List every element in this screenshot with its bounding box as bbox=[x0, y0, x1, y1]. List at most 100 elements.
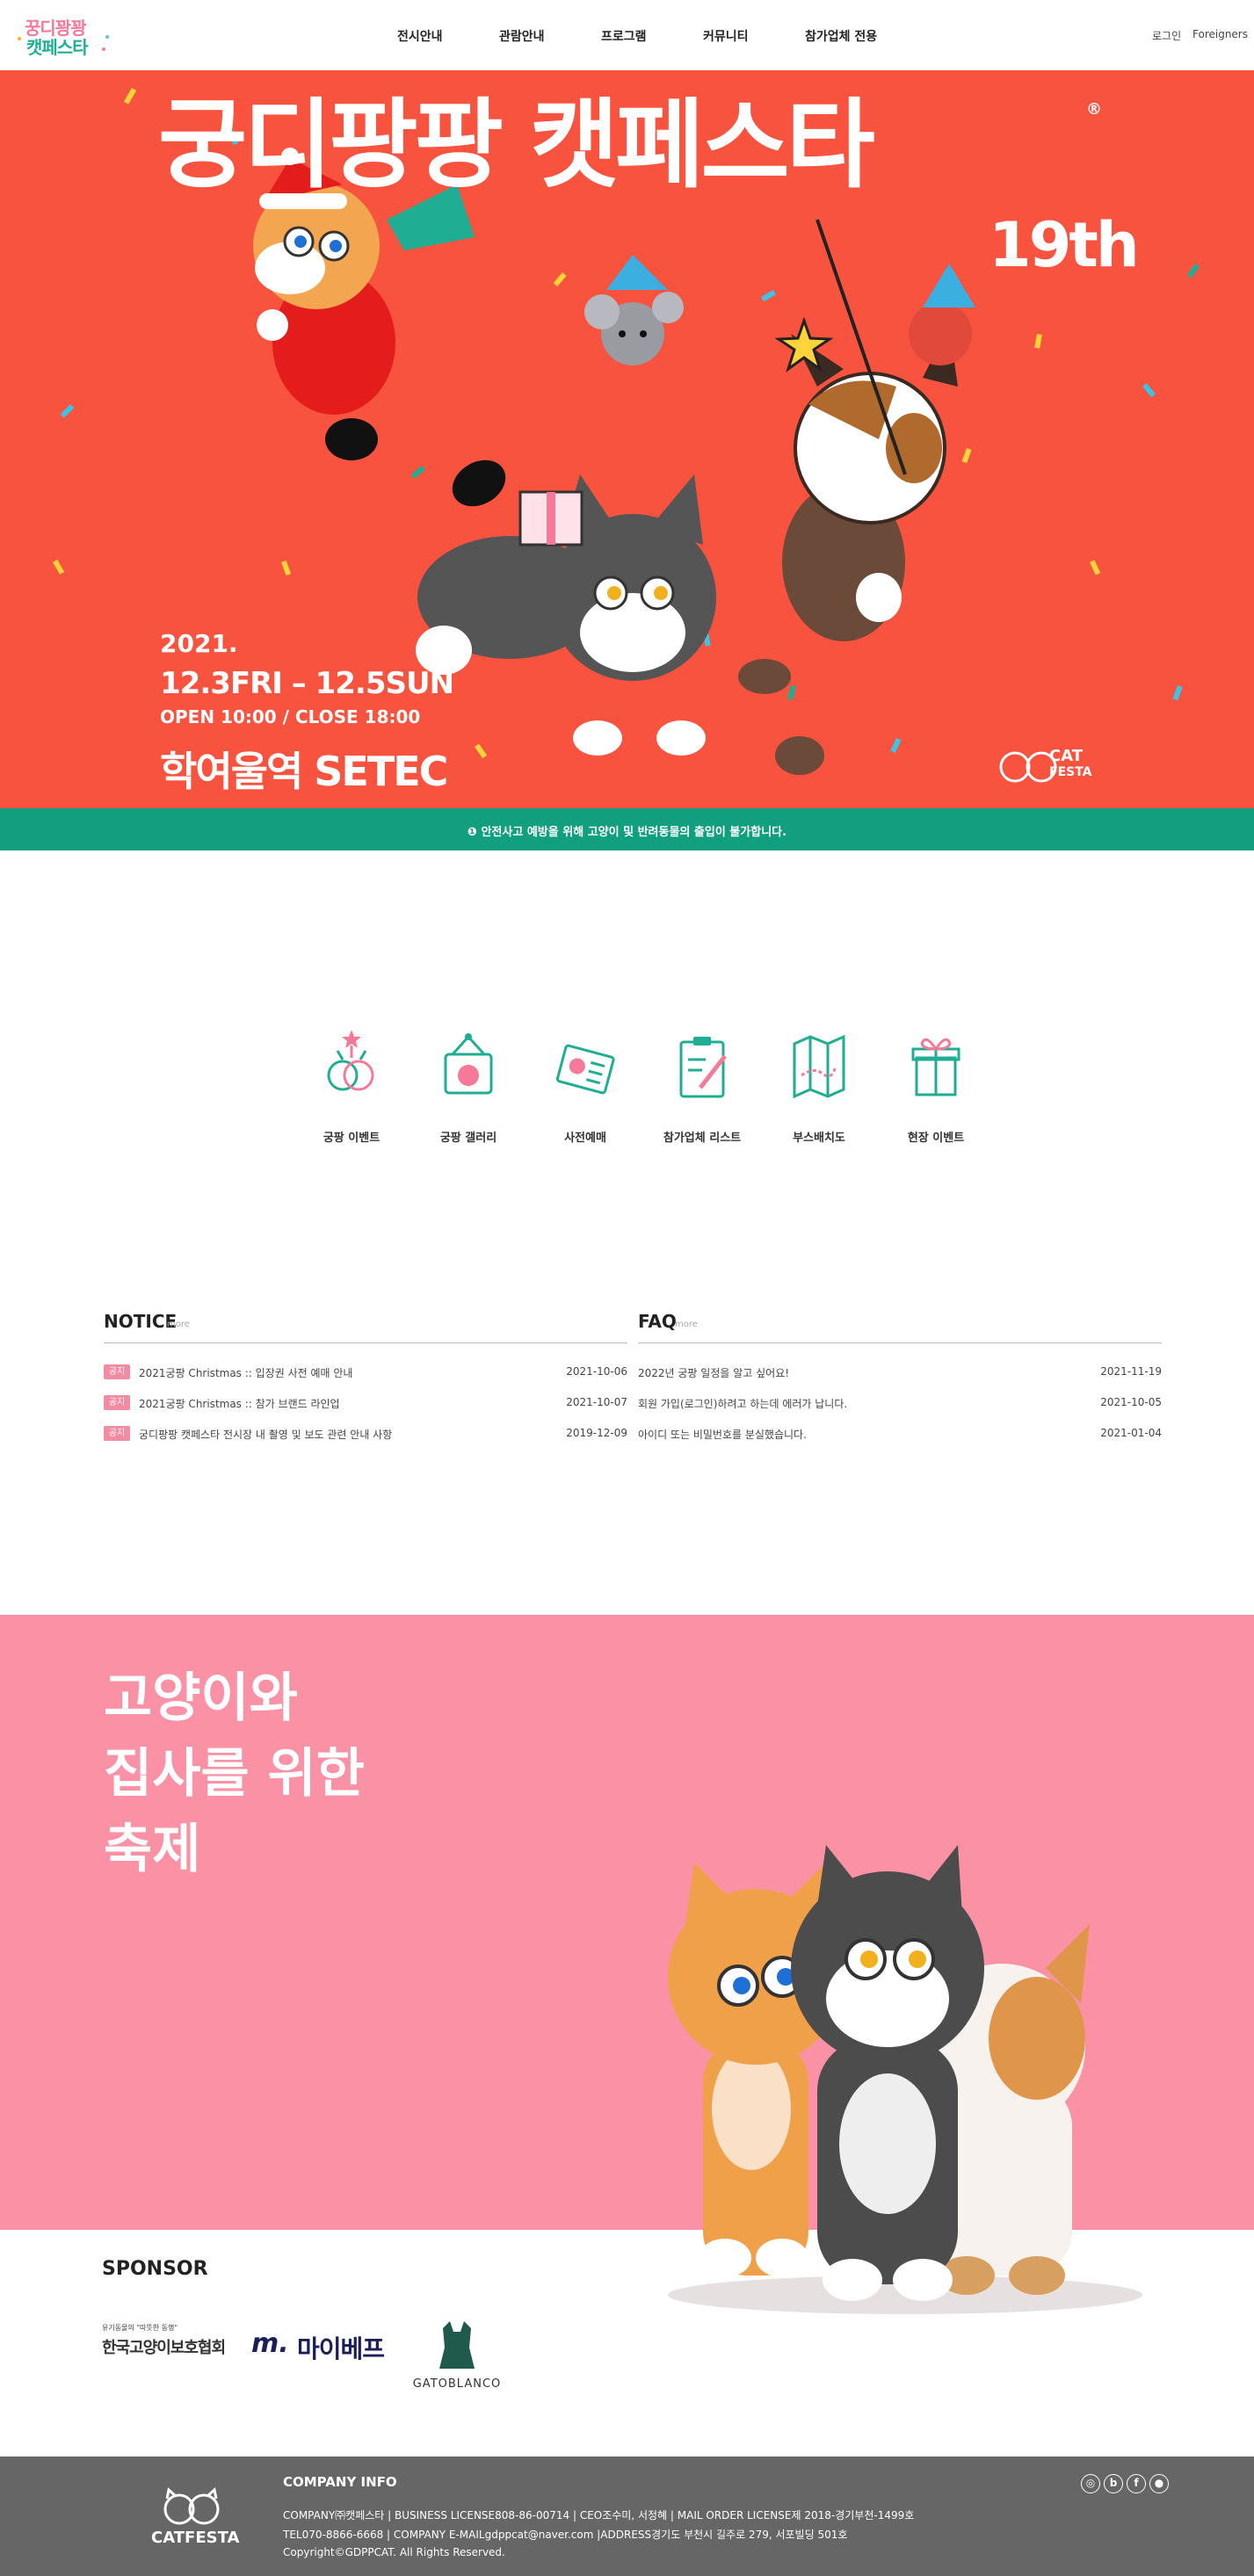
faq-row-title: 회원 가입(로그인)하려고 하는데 에러가 납니다. bbox=[638, 1398, 848, 1410]
quick-item-label: 참가업체 리스트 bbox=[663, 1132, 742, 1145]
sponsor-name: 한국고양이보호협회 bbox=[102, 2339, 226, 2357]
site-footer: CATFESTA COMPANY INFO COMPANY㈜캣페스타 | BUS… bbox=[0, 2457, 1254, 2576]
logo-sparkle-icon bbox=[18, 37, 21, 40]
quick-item-label: 사전예매 bbox=[564, 1132, 606, 1145]
nav-item-exhibition[interactable]: 전시안내 bbox=[397, 27, 443, 45]
orange-cat-figure bbox=[253, 148, 506, 507]
gallery-frame-icon bbox=[444, 1033, 493, 1095]
utility-links: 로그인 Foreigners bbox=[1152, 28, 1249, 44]
faq-row[interactable]: 아이디 또는 비밀번호를 분실했습니다. 2021-01-04 bbox=[638, 1425, 1162, 1443]
site-header: 꿍디꽝꽝 캣페스타 전시안내 관람안내 프로그램 커뮤니티 참가업체 전용 로그… bbox=[0, 0, 1254, 70]
quick-item-gallery[interactable]: 궁팡 갤러리 bbox=[416, 1019, 521, 1151]
gray-cat-figure bbox=[416, 474, 716, 756]
notice-board: NOTICE more 공지 2021궁팡 Christmas :: 입장권 사… bbox=[104, 1311, 627, 1451]
faq-row[interactable]: 2022년 궁팡 일정을 알고 싶어요! 2021-11-19 bbox=[638, 1364, 1162, 1381]
notice-row[interactable]: 공지 2021궁팡 Christmas :: 입장권 사전 예매 안내 2021… bbox=[104, 1364, 627, 1381]
safety-notice-text: ❶ 안전사고 예방을 위해 고양이 및 반려동물의 출입이 불가합니다. bbox=[467, 826, 787, 839]
hero-venue: 학여울역 SETEC bbox=[160, 748, 448, 795]
quick-item-exhibitors[interactable]: 참가업체 리스트 bbox=[649, 1019, 755, 1151]
sponsor-name: 마이베프 bbox=[297, 2334, 385, 2363]
slogan-line: 집사를 위한 bbox=[104, 1743, 365, 1805]
notice-row-date: 2021-10-07 bbox=[566, 1396, 627, 1408]
kakao-icon[interactable]: ● bbox=[1149, 2474, 1169, 2493]
notice-row-date: 2021-10-06 bbox=[566, 1365, 627, 1378]
hero-catfesta-badge: CAT FESTA bbox=[993, 745, 1107, 789]
badge-line2: FESTA bbox=[1049, 765, 1092, 779]
hero-dates: 12.3FRI – 12.5SUN bbox=[160, 666, 454, 701]
notice-row-title: 2021궁팡 Christmas :: 입장권 사전 예매 안내 bbox=[139, 1367, 353, 1379]
sponsor-logo-gatoblanco[interactable]: GATOBLANCO bbox=[404, 2321, 510, 2391]
notice-row-title: 2021궁팡 Christmas :: 참가 브랜드 라인업 bbox=[139, 1398, 340, 1410]
quick-menu: 궁팡 이벤트 궁팡 갤러리 사전예매 참가업체 리스트 부스배치도 현장 이벤트 bbox=[299, 1019, 967, 1151]
quick-item-label: 현장 이벤트 bbox=[907, 1132, 965, 1145]
faq-row-title: 아이디 또는 비밀번호를 분실했습니다. bbox=[638, 1429, 807, 1441]
logo-sparkle-icon bbox=[105, 35, 109, 39]
notice-row[interactable]: 공지 궁디팡팡 캣페스타 전시장 내 촬영 및 보도 관련 안내 사항 2019… bbox=[104, 1425, 627, 1443]
hero-hours: OPEN 10:00 / CLOSE 18:00 bbox=[160, 706, 421, 727]
nav-item-community[interactable]: 커뮤니티 bbox=[703, 27, 749, 45]
slogan-line: 축제 bbox=[104, 1819, 201, 1880]
footer-contact-line: TEL070-8866-6668 | COMPANY E-MAILgdppcat… bbox=[283, 2529, 848, 2541]
faq-row[interactable]: 회원 가입(로그인)하려고 하는데 에러가 납니다. 2021-10-05 bbox=[638, 1394, 1162, 1412]
sponsor-logo-mybef[interactable]: m. 마이베프 bbox=[251, 2326, 385, 2363]
nav-item-exhibitor[interactable]: 참가업체 전용 bbox=[805, 27, 877, 45]
hero-edition: 19th bbox=[989, 209, 1140, 281]
slogan-line: 고양이와 bbox=[104, 1668, 298, 1729]
ticket-icon bbox=[555, 1044, 615, 1095]
faq-board: FAQ more 2022년 궁팡 일정을 알고 싶어요! 2021-11-19… bbox=[638, 1311, 1162, 1451]
quick-item-ticket[interactable]: 사전예매 bbox=[533, 1019, 638, 1151]
quick-item-label: 궁팡 이벤트 bbox=[323, 1132, 381, 1145]
blog-icon[interactable]: b bbox=[1104, 2474, 1123, 2493]
instagram-icon[interactable]: ◎ bbox=[1081, 2474, 1100, 2493]
site-logo[interactable]: 꿍디꽝꽝 캣페스타 bbox=[16, 12, 114, 58]
footer-logo-text: CATFESTA bbox=[151, 2529, 240, 2547]
hero-year: 2021. bbox=[160, 629, 238, 658]
safety-notice-bar: ❶ 안전사고 예방을 위해 고양이 및 반려동물의 출입이 불가합니다. bbox=[0, 808, 1254, 850]
notice-tag: 공지 bbox=[104, 1364, 130, 1379]
divider bbox=[104, 1342, 627, 1343]
faq-row-title: 2022년 궁팡 일정을 알고 싶어요! bbox=[638, 1367, 790, 1379]
sponsor-mark: m. bbox=[251, 2328, 289, 2359]
footer-company-line: COMPANY㈜캣페스타 | BUSINESS LICENSE808-86-00… bbox=[283, 2509, 915, 2522]
slogan-text: 고양이와 집사를 위한 축제 bbox=[104, 1661, 365, 1887]
faq-more-link[interactable]: more bbox=[675, 1320, 698, 1329]
hero-banner[interactable]: 궁디팡팡 캣페스타 ® 19th 2021. 12.3FRI – 12.5SUN… bbox=[0, 70, 1254, 808]
sponsor-logo-kcpa[interactable]: 유기동물의 "따뜻한 동행" 한국고양이보호협회 bbox=[102, 2323, 239, 2362]
nav-item-visit[interactable]: 관람안내 bbox=[499, 27, 545, 45]
quick-item-event[interactable]: 궁팡 이벤트 bbox=[299, 1019, 404, 1151]
facebook-icon[interactable]: f bbox=[1127, 2474, 1146, 2493]
gift-icon bbox=[911, 1038, 960, 1096]
rings-icon bbox=[327, 1030, 374, 1091]
gatoblanco-cat-icon bbox=[439, 2321, 475, 2369]
foreigners-link[interactable]: Foreigners bbox=[1192, 28, 1248, 40]
notice-row[interactable]: 공지 2021궁팡 Christmas :: 참가 브랜드 라인업 2021-1… bbox=[104, 1394, 627, 1412]
quick-item-booth-map[interactable]: 부스배치도 bbox=[766, 1019, 872, 1151]
badge-line1: CAT bbox=[1049, 747, 1084, 765]
notice-tag: 공지 bbox=[104, 1426, 130, 1441]
notice-more-link[interactable]: more bbox=[167, 1320, 190, 1329]
footer-title: COMPANY INFO bbox=[283, 2474, 397, 2490]
sponsor-title: SPONSOR bbox=[102, 2258, 208, 2280]
calico-cat-figure bbox=[738, 219, 975, 775]
footer-copyright: Copyright©GDPPCAT. All Rights Reserved. bbox=[283, 2546, 505, 2558]
login-link[interactable]: 로그인 bbox=[1152, 28, 1181, 43]
notice-title: NOTICE bbox=[104, 1311, 178, 1332]
notice-tag: 공지 bbox=[104, 1395, 130, 1410]
sponsor-tagline: 유기동물의 "따뜻한 동행" bbox=[102, 2324, 178, 2332]
sponsor-name: GATOBLANCO bbox=[412, 2377, 502, 2391]
quick-item-onsite-event[interactable]: 현장 이벤트 bbox=[883, 1019, 989, 1151]
logo-line2: 캣페스타 bbox=[26, 37, 89, 58]
nav-item-program[interactable]: 프로그램 bbox=[601, 27, 647, 45]
faq-row-date: 2021-11-19 bbox=[1100, 1365, 1162, 1378]
faq-row-date: 2021-01-04 bbox=[1100, 1427, 1162, 1439]
clipboard-icon bbox=[679, 1037, 727, 1098]
cat-figures-illustration bbox=[668, 1845, 1142, 2314]
footer-logo[interactable]: CATFESTA bbox=[151, 2483, 240, 2553]
catfesta-logo-icon bbox=[163, 2487, 220, 2525]
mouse-figure bbox=[584, 255, 684, 365]
quick-item-label: 부스배치도 bbox=[793, 1132, 845, 1145]
faq-row-date: 2021-10-05 bbox=[1100, 1396, 1162, 1408]
hero-title: 궁디팡팡 캣페스타 bbox=[158, 89, 875, 201]
page: 꿍디꽝꽝 캣페스타 전시안내 관람안내 프로그램 커뮤니티 참가업체 전용 로그… bbox=[0, 0, 1254, 2576]
quick-item-label: 궁팡 갤러리 bbox=[439, 1132, 497, 1145]
